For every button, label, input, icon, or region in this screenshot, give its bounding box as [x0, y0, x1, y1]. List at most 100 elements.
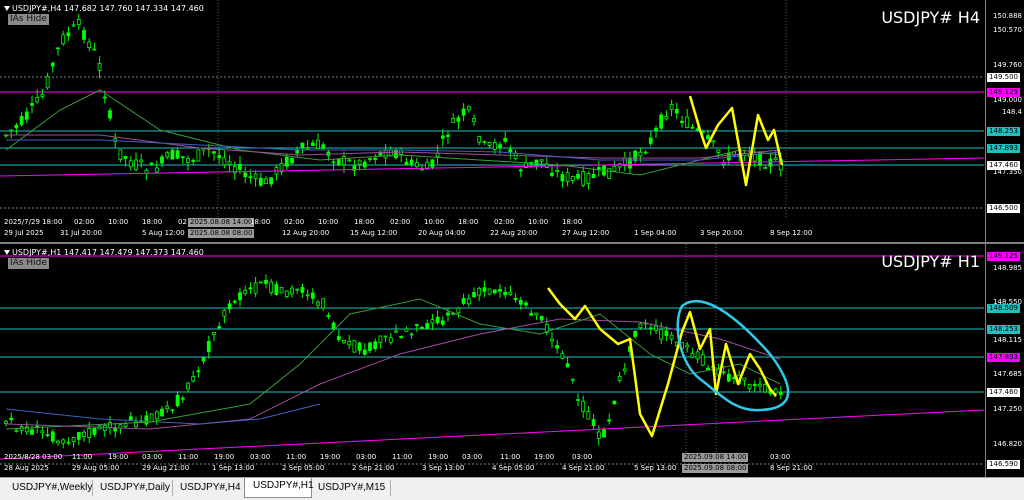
dropdown-triangle-icon[interactable]: [4, 250, 10, 255]
candle-body: [560, 353, 565, 359]
candle-body: [243, 290, 248, 294]
date-label: 28 Aug 2025: [4, 464, 49, 472]
h4-chart-pane[interactable]: USDJPY#,H4 147.682 147.760 147.334 147.4…: [0, 0, 1024, 242]
candle-body: [154, 167, 159, 173]
candle-body: [316, 139, 320, 150]
moving-average-line: [5, 298, 781, 430]
candle-body: [71, 24, 76, 27]
time-label: 11:00: [72, 453, 93, 461]
h1-hide-button[interactable]: IAs Hide: [8, 258, 49, 269]
candle-body: [368, 158, 372, 160]
candle-body: [258, 177, 263, 186]
candle-body: [404, 328, 409, 332]
candle-body: [331, 161, 336, 164]
h1-price-axis[interactable]: 149.125 148.985 148.550 148.509 148.253 148.1…: [985, 244, 1024, 477]
candle-body: [591, 419, 596, 426]
candle-body: [305, 294, 310, 297]
tab-usdjpy-weekly[interactable]: USDJPY#,Weekly: [4, 480, 93, 496]
dropdown-triangle-icon[interactable]: [4, 6, 10, 11]
candle-body: [373, 157, 378, 160]
candle-body: [747, 384, 752, 390]
candle-body: [222, 309, 227, 317]
candle-body: [154, 411, 159, 420]
date-label: 20 Aug 04:00: [418, 229, 466, 237]
candle-body: [35, 97, 40, 103]
candle-body: [482, 141, 487, 143]
candle-body: [752, 384, 757, 386]
h1-chart-pane[interactable]: USDJPY#,H1 147.417 147.479 147.373 147.4…: [0, 242, 1024, 477]
candle-body: [461, 108, 466, 116]
candle-body: [581, 400, 586, 412]
candle-body: [534, 312, 539, 316]
time-label: 19:00: [214, 453, 235, 461]
time-label: 11:00: [286, 453, 307, 461]
candle-body: [170, 149, 175, 160]
date-label: 8 Sep 12:00: [770, 229, 813, 237]
price-label: 147.893: [987, 144, 1020, 153]
yellow-wave-drawing: [547, 287, 777, 438]
candle-body: [357, 342, 362, 351]
candle-body: [430, 319, 435, 324]
time-label: 18:00: [250, 218, 271, 226]
candle-body: [186, 158, 190, 164]
candle-body: [466, 298, 471, 305]
tab-usdjpy-m15[interactable]: USDJPY#,M15: [310, 480, 391, 496]
candle-body: [383, 335, 388, 338]
candle-body: [690, 126, 695, 129]
time-label: 02:00: [494, 218, 515, 226]
candle-body: [477, 136, 482, 143]
candle-body: [420, 327, 424, 329]
candle-body: [180, 156, 185, 159]
h4-hide-button[interactable]: IAs Hide: [8, 14, 49, 25]
candle-body: [664, 116, 669, 120]
tab-usdjpy-h4[interactable]: USDJPY#,H4: [172, 480, 245, 496]
candle-body: [310, 142, 315, 146]
candle-body: [76, 19, 81, 25]
candle-body: [92, 48, 97, 51]
candle-body: [326, 315, 331, 317]
candle-body: [279, 287, 284, 294]
price-label: 147.350: [993, 168, 1022, 176]
candle-body: [763, 384, 768, 393]
date-label: 1 Sep 04:00: [634, 229, 677, 237]
candle-body: [316, 301, 320, 306]
candle-body: [134, 159, 138, 170]
price-label: 147.460: [987, 388, 1020, 397]
date-label: 15 Aug 12:00: [350, 229, 398, 237]
time-label: 10:00: [318, 218, 339, 226]
candle-body: [191, 160, 196, 162]
candle-body: [560, 174, 565, 182]
candle-body: [669, 334, 674, 340]
candle-body: [576, 173, 580, 179]
time-label: 18:00: [142, 218, 163, 226]
candle-body: [264, 178, 268, 184]
candle-body: [30, 429, 34, 435]
tab-usdjpy-daily[interactable]: USDJPY#,Daily: [92, 480, 173, 496]
candle-body: [451, 118, 456, 123]
candle-body: [87, 428, 92, 438]
candle-body: [253, 282, 258, 294]
time-label: 18:00: [562, 218, 583, 226]
candle-body: [680, 120, 684, 123]
h4-price-axis[interactable]: 150.888 150.570 149.760 149.500 149.125 149.0…: [985, 0, 1024, 242]
candle-body: [232, 300, 237, 303]
candle-body: [518, 169, 523, 172]
candle-body: [342, 156, 346, 166]
time-label: 03:00: [250, 453, 271, 461]
candle-body: [565, 363, 570, 368]
h4-chart-canvas[interactable]: [0, 0, 1024, 242]
chart-tabs-bar: USDJPY#,Weekly USDJPY#,Daily USDJPY#,H4 USD…: [0, 477, 1024, 500]
candle-body: [388, 337, 393, 343]
candle-body: [128, 160, 133, 168]
time-label: 02:00: [74, 218, 95, 226]
date-label: 22 Aug 20:00: [490, 229, 538, 237]
candle-body: [50, 431, 55, 442]
date-label: 2025.09.08 08:00: [682, 464, 749, 473]
date-label: 4 Sep 05:00: [492, 464, 535, 472]
h1-chart-canvas[interactable]: [0, 244, 1024, 477]
candle-body: [227, 161, 232, 166]
tab-usdjpy-h1[interactable]: USDJPY#,H1: [244, 478, 314, 498]
candle-body: [108, 110, 112, 119]
candle-body: [487, 142, 492, 146]
date-label: 2 Sep 05:00: [282, 464, 325, 472]
